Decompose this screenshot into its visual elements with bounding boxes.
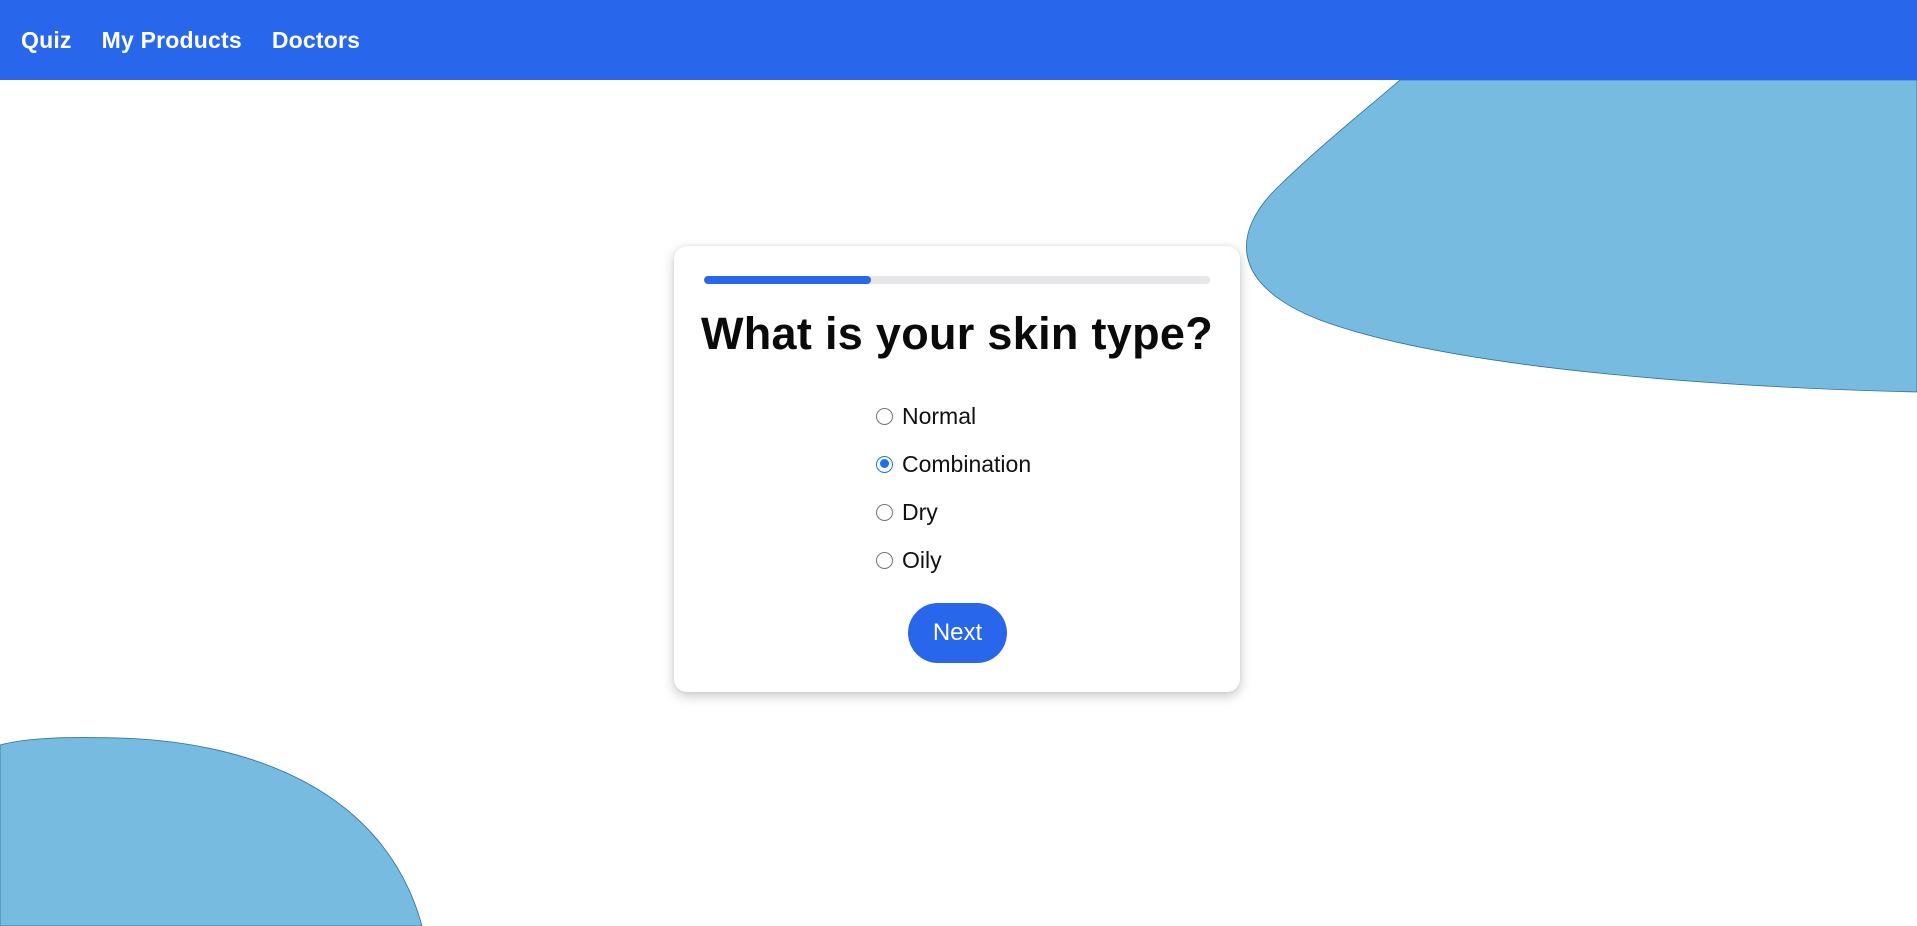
question-title: What is your skin type?	[701, 308, 1213, 359]
radio-dry[interactable]	[876, 503, 893, 521]
option-oily[interactable]: Oily	[876, 536, 1031, 584]
skin-type-options: Normal Combination Dry Oily	[876, 392, 1031, 584]
option-label-combination: Combination	[902, 450, 1032, 477]
progress-bar-fill	[704, 276, 871, 284]
radio-oily[interactable]	[876, 551, 893, 569]
quiz-card: What is your skin type? Normal Combinati…	[674, 246, 1240, 692]
top-navbar: Quiz My Products Doctors	[0, 0, 1917, 80]
progress-bar	[704, 276, 1210, 284]
nav-link-doctors[interactable]: Doctors	[272, 27, 360, 54]
bottom-left-blob	[0, 737, 423, 926]
next-button[interactable]: Next	[908, 603, 1007, 663]
radio-combination[interactable]	[876, 455, 893, 473]
radio-normal[interactable]	[876, 407, 893, 425]
option-label-normal: Normal	[902, 402, 977, 429]
option-combination[interactable]: Combination	[876, 440, 1031, 488]
nav-link-quiz[interactable]: Quiz	[21, 27, 72, 54]
option-label-oily: Oily	[902, 546, 942, 573]
option-normal[interactable]: Normal	[876, 392, 1031, 440]
option-label-dry: Dry	[902, 498, 938, 525]
option-dry[interactable]: Dry	[876, 488, 1031, 536]
top-right-blob	[1246, 79, 1917, 393]
nav-link-my-products[interactable]: My Products	[102, 27, 242, 54]
